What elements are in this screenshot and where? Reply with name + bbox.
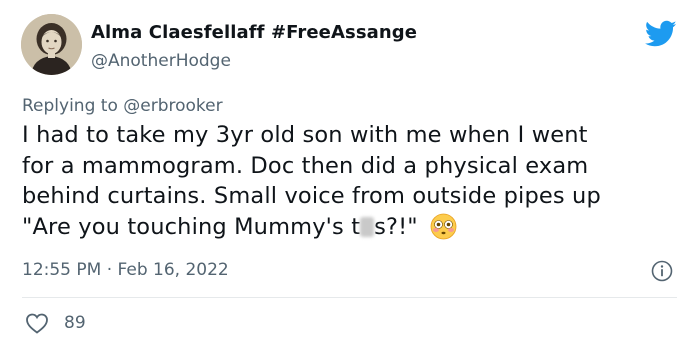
tweet-line: "Are you touching Mummy's t s?!" [22,212,694,249]
tweet-line: I had to take my 3yr old son with me whe… [22,122,588,148]
twitter-bird-icon[interactable] [645,20,677,48]
tweet-text: I had to take my 3yr old son with me whe… [22,120,694,248]
like-count: 89 [64,313,86,333]
tweet-card: Alma Claesfellaff #FreeAssange @AnotherH… [0,0,700,349]
tweet-line-part: "Are you touching Mummy's t [22,213,361,240]
tweet-line: behind curtains. Small voice from outsid… [22,183,601,209]
censor-blur [360,216,375,237]
flushed-face-emoji-icon [430,213,457,249]
info-icon[interactable] [651,260,673,282]
tweet-timestamp[interactable]: 12:55 PM · Feb 16, 2022 [22,260,229,280]
tweet-line: for a mammogram. Doc then did a physical… [22,152,589,179]
avatar[interactable] [21,14,82,75]
tweet-line-part: s?!" [374,213,418,240]
replying-prefix: Replying to [22,96,124,116]
heart-icon [26,313,48,334]
display-name[interactable]: Alma Claesfellaff #FreeAssange [91,22,417,43]
reply-mention-link[interactable]: @erbrooker [123,96,222,116]
user-handle[interactable]: @AnotherHodge [91,51,231,71]
portrait-photo-icon [21,14,82,75]
replying-to: Replying to @erbrooker [22,96,223,116]
divider [22,297,677,298]
